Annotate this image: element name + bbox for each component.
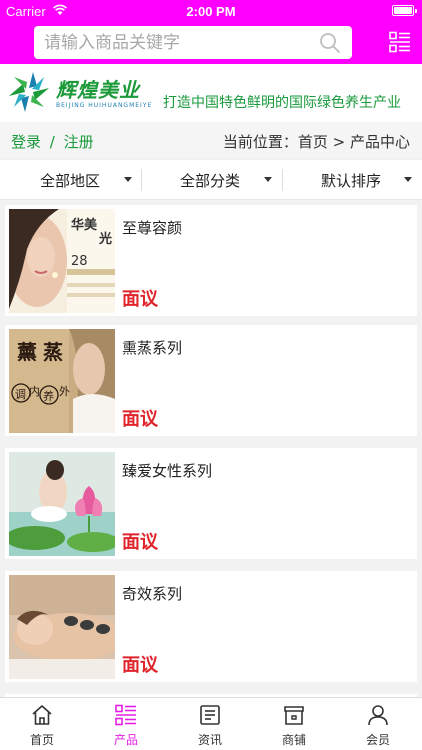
tab-bar: 首页 产品 资讯 商铺 会员: [0, 697, 422, 750]
login-register: 登录 / 注册: [11, 131, 94, 152]
product-price: 面议: [122, 655, 158, 676]
search-box[interactable]: [34, 26, 352, 59]
brand-slogan: 打造中国特色鲜明的国际绿色养生产业: [163, 95, 401, 111]
filter-region-label: 全部地区: [40, 172, 101, 190]
filter-region[interactable]: 全部地区: [0, 160, 140, 200]
product-price: 面议: [122, 532, 158, 553]
tab-home-label: 首页: [29, 733, 54, 747]
search-input[interactable]: [44, 26, 314, 59]
brand-banner: 辉煌美业 BEIJING HUIHUANGMEIYE 打造中国特色鲜明的国际绿色…: [0, 64, 422, 122]
breadcrumb: 当前位置：首页 > 产品中心: [222, 133, 410, 151]
product-card[interactable]: 薰 蒸 调 内 养 外 熏蒸系列 面议: [5, 325, 417, 436]
product-card[interactable]: 臻爱女性系列 面议: [5, 448, 417, 559]
login-link[interactable]: 登录: [11, 133, 41, 151]
svg-text:养: 养: [43, 389, 54, 403]
register-link[interactable]: 注册: [64, 133, 94, 151]
tab-store-label: 商铺: [281, 733, 306, 747]
svg-text:28: 28: [71, 254, 88, 269]
filter-bar: 全部地区 全部分类 默认排序: [0, 160, 422, 200]
product-card[interactable]: 华美 光 28 至尊容颜 面议: [5, 205, 417, 316]
product-thumbnail: 薰 蒸 调 内 养 外: [9, 329, 115, 433]
battery-icon: [392, 5, 417, 16]
brand-logo-mark: [9, 72, 49, 112]
tab-news-label: 资讯: [197, 733, 222, 747]
list-icon: [115, 704, 136, 726]
chevron-down-icon: [124, 177, 132, 182]
tab-store[interactable]: 商铺: [252, 698, 336, 750]
product-name: 奇效系列: [122, 585, 183, 603]
filter-category-label: 全部分类: [180, 172, 241, 190]
chevron-down-icon: [404, 177, 412, 182]
search-icon[interactable]: [318, 31, 342, 55]
category-menu-icon[interactable]: [389, 31, 411, 53]
svg-text:调: 调: [15, 388, 26, 401]
battery-fill: [394, 7, 412, 14]
home-icon: [32, 705, 52, 725]
svg-text:薰: 薰: [17, 340, 37, 364]
brand-name-cn: 辉煌美业: [56, 78, 140, 102]
location-bar: 登录 / 注册 当前位置：首页 > 产品中心: [0, 122, 422, 158]
user-icon: [368, 705, 388, 726]
login-separator: /: [49, 133, 55, 151]
svg-text:内: 内: [29, 384, 40, 398]
tab-home[interactable]: 首页: [0, 698, 84, 750]
product-name: 熏蒸系列: [122, 339, 183, 357]
product-thumbnail: [9, 575, 115, 679]
search-header: [0, 22, 422, 64]
tab-member-label: 会员: [365, 733, 390, 747]
chevron-down-icon: [264, 177, 272, 182]
tab-products[interactable]: 产品: [84, 698, 168, 750]
svg-text:华美: 华美: [71, 217, 98, 233]
store-icon: [284, 706, 304, 725]
tab-member[interactable]: 会员: [336, 698, 420, 750]
product-price: 面议: [122, 409, 158, 430]
product-price: 面议: [122, 289, 158, 310]
status-bar: Carrier 2:00 PM: [0, 0, 422, 22]
brand-name-en: BEIJING HUIHUANGMEIYE: [56, 102, 153, 109]
tab-news[interactable]: 资讯: [168, 698, 252, 750]
product-card[interactable]: 奇效系列 面议: [5, 571, 417, 682]
product-thumbnail: 华美 光 28: [9, 209, 115, 313]
product-thumbnail: [9, 452, 115, 556]
product-name: 至尊容颜: [122, 219, 183, 237]
filter-sort[interactable]: 默认排序: [283, 160, 422, 200]
news-icon: [200, 705, 220, 725]
svg-text:外: 外: [59, 385, 70, 398]
svg-text:蒸: 蒸: [43, 340, 63, 364]
tab-products-label: 产品: [113, 733, 138, 747]
filter-sort-label: 默认排序: [321, 172, 382, 190]
product-name: 臻爱女性系列: [122, 462, 213, 480]
filter-category[interactable]: 全部分类: [142, 160, 282, 200]
clock: 2:00 PM: [186, 4, 236, 19]
svg-text:光: 光: [98, 231, 112, 247]
